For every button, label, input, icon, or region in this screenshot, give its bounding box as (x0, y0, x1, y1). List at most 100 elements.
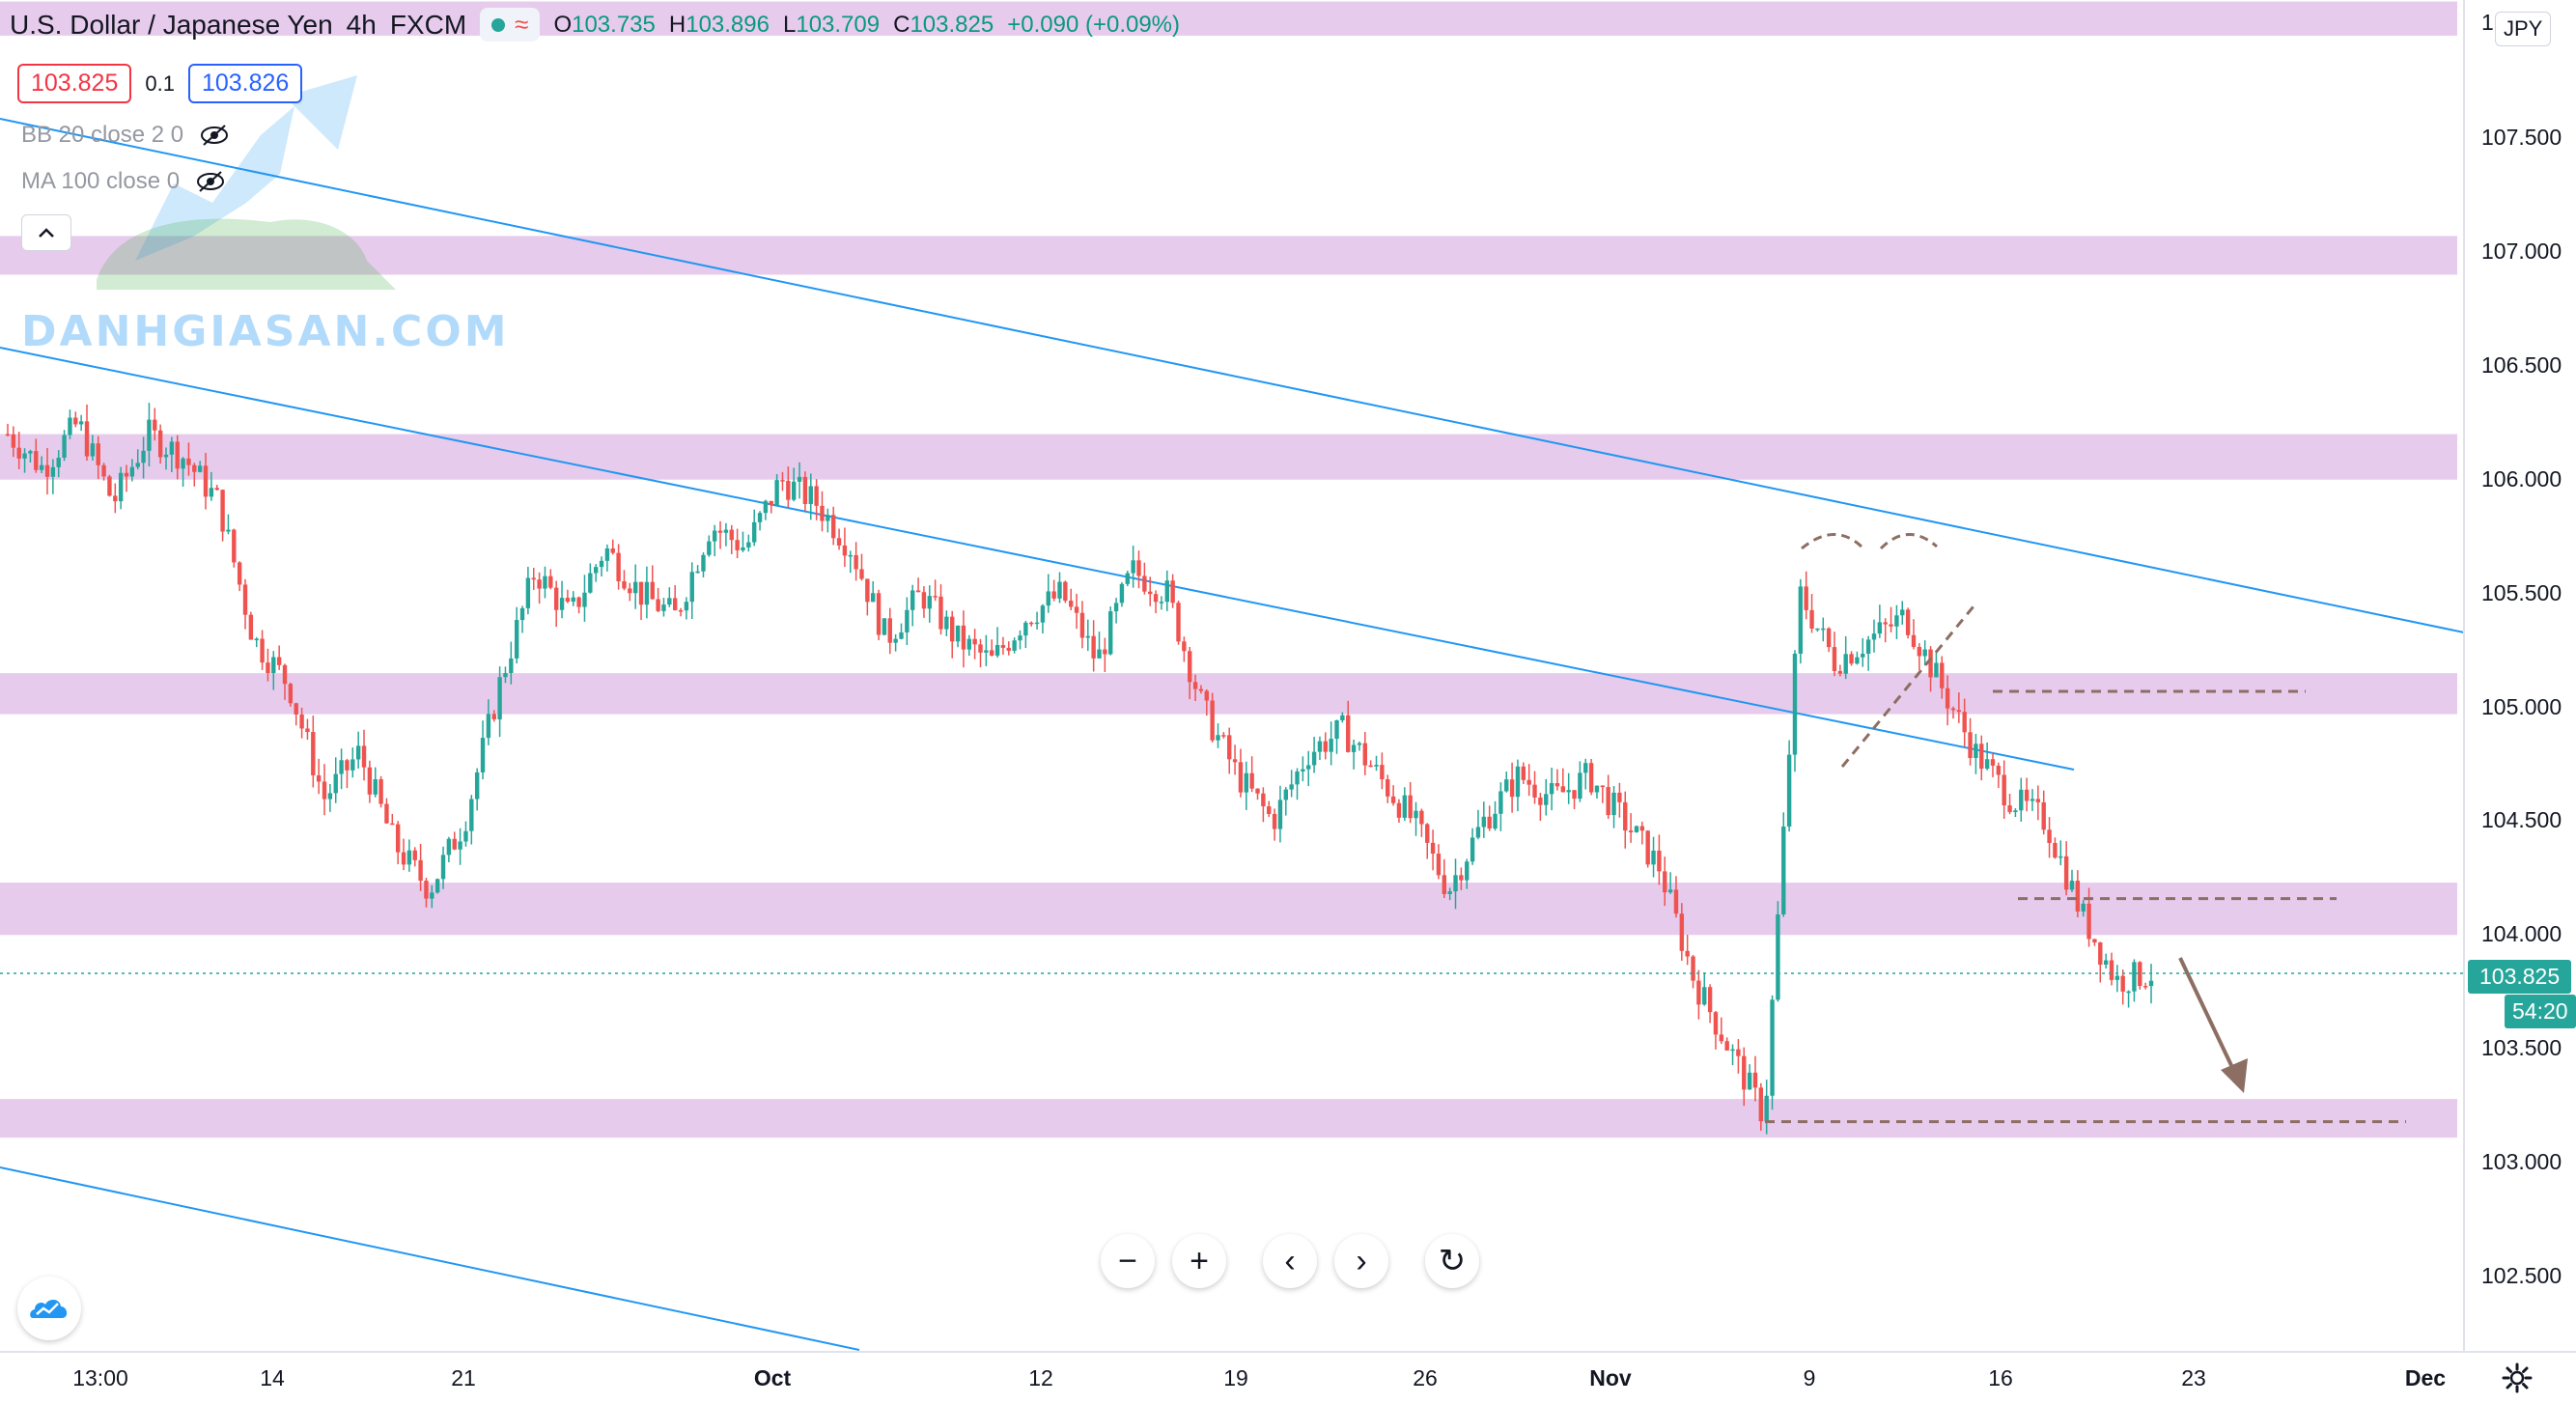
symbol-title[interactable]: U.S. Dollar / Japanese Yen (10, 10, 333, 41)
double-top-mark (1879, 533, 1938, 550)
candle-body (1414, 810, 1418, 819)
bar-countdown: 54:20 (2505, 995, 2576, 1028)
candle-body (1651, 850, 1656, 865)
candle-body (22, 453, 27, 459)
buy-button[interactable]: 103.826 (187, 64, 303, 103)
tradingview-logo[interactable] (17, 1277, 81, 1340)
zoom-out-button[interactable]: − (1101, 1234, 1155, 1288)
candle-body (237, 562, 242, 585)
candle-body (1702, 987, 1707, 1005)
price-axis-label: 104.000 (2481, 921, 2562, 947)
candle-body (1346, 715, 1351, 752)
candle-body (1724, 1041, 1729, 1051)
candle-body (1475, 827, 1481, 838)
candle-body (887, 618, 892, 643)
candle-body (543, 576, 547, 589)
candle-body (242, 584, 248, 615)
candle-body (1493, 813, 1498, 829)
scroll-right-button[interactable]: › (1334, 1234, 1388, 1288)
candle-body (656, 599, 660, 611)
candle-body (62, 435, 67, 459)
candle-body (186, 458, 191, 465)
eye-hidden-icon[interactable] (199, 124, 230, 147)
candle-body (1153, 594, 1159, 603)
candle-body (994, 645, 1000, 656)
candle-body (1509, 779, 1515, 798)
candle-body (910, 590, 915, 610)
candle-body (1227, 735, 1232, 760)
scroll-left-button[interactable]: ‹ (1263, 1234, 1317, 1288)
price-axis-label: 103.000 (2481, 1149, 2562, 1175)
candle-body (1515, 766, 1521, 798)
candle-body (1532, 784, 1537, 798)
candle-body (2132, 962, 2137, 992)
candle-body (990, 650, 994, 656)
reset-chart-button[interactable]: ↻ (1425, 1234, 1479, 1288)
candle-body (1091, 635, 1096, 659)
time-axis-label: 23 (2181, 1365, 2206, 1390)
candle-body (209, 488, 214, 497)
candle-body (786, 480, 791, 500)
candle-body (2047, 829, 2052, 843)
candle-body (412, 850, 417, 860)
candle-body (1843, 654, 1848, 674)
candle-body (2148, 980, 2154, 987)
zoom-in-button[interactable]: + (1172, 1234, 1226, 1288)
candle-body (480, 738, 486, 772)
candle-body (1340, 715, 1345, 720)
candle-body (1572, 790, 1577, 800)
candle-body (1374, 765, 1379, 767)
candle-body (1334, 719, 1339, 740)
candle-body (1911, 634, 1917, 647)
candle-body (474, 772, 480, 800)
candle-body (1386, 779, 1390, 797)
settings-gear-icon[interactable] (2501, 1362, 2534, 1394)
market-status[interactable]: ≈ (480, 8, 541, 42)
candle-body (1752, 1072, 1758, 1088)
candle-body (2098, 942, 2103, 965)
candle-body (559, 598, 565, 610)
candle-body (1560, 786, 1566, 793)
candle-body (859, 569, 864, 579)
candle-body (927, 596, 932, 609)
candle-body (1069, 601, 1074, 607)
candle-body (628, 588, 632, 594)
candle-body (1198, 688, 1204, 691)
collapse-legend-button[interactable] (21, 214, 71, 251)
price-axis-label: 102.500 (2481, 1263, 2562, 1288)
candle-body (327, 793, 333, 800)
sell-button[interactable]: 103.825 (17, 64, 132, 103)
candle-body (1526, 779, 1531, 785)
candle-body (854, 554, 858, 570)
candle-body (2103, 960, 2109, 965)
indicator-bb[interactable]: BB 20 close 2 0 (21, 122, 230, 149)
candle-body (1119, 583, 1125, 604)
candle-body (525, 577, 531, 608)
candle-body (1057, 581, 1062, 599)
candle-body (271, 657, 276, 674)
eye-hidden-icon[interactable] (195, 170, 226, 193)
interval-label[interactable]: 4h (347, 10, 377, 41)
candle-body (978, 644, 983, 653)
candle-body (1125, 573, 1130, 584)
candle-body (1639, 826, 1645, 831)
candle-body (458, 841, 462, 850)
candle-body (1301, 769, 1305, 772)
chart-area[interactable]: DANHGIASAN.COM U.S. Dollar / Japanese Ye… (0, 0, 2576, 1404)
candle-body (769, 500, 773, 506)
candle-body (1249, 772, 1254, 789)
candle-body (944, 616, 949, 630)
indicator-ma[interactable]: MA 100 close 0 (21, 168, 226, 195)
candle-body (1419, 810, 1424, 825)
candle-body (175, 441, 180, 469)
candle-body (418, 859, 423, 882)
candle-body (610, 548, 615, 553)
candle-body (2126, 991, 2131, 994)
candle-body (1815, 628, 1820, 631)
currency-button[interactable]: JPY (2495, 12, 2552, 46)
candle-body (678, 609, 684, 612)
candle-body (129, 466, 135, 477)
candle-body (463, 830, 468, 842)
candle-body (294, 703, 298, 715)
candle-body (509, 658, 514, 674)
